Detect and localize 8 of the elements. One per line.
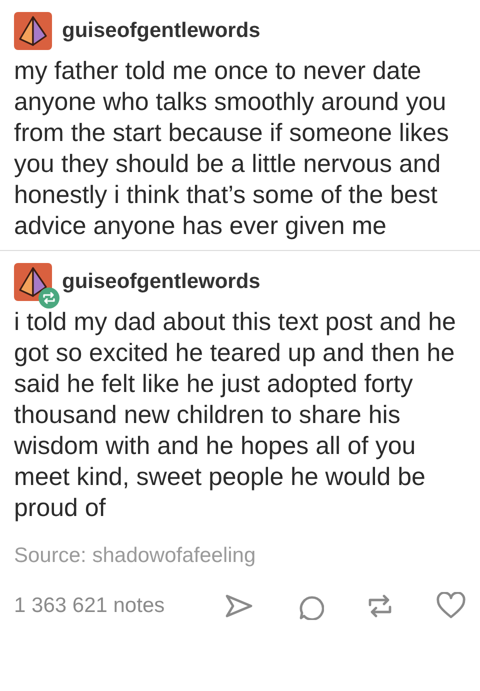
username[interactable]: guiseofgentlewords — [62, 19, 260, 43]
reblog-icon[interactable] — [366, 593, 394, 619]
post-text: i told my dad about this text post and he got so excited he teared up and then he said he felt like he just adopted forty thousand new children to share his wisdom with and he hopes all of you meet kind, sweet people he would be proud of — [14, 307, 457, 524]
username[interactable]: guiseofgentlewords — [62, 270, 260, 294]
post-text: my father told me once to never date anyone who talks smoothly around you from the start because if someone likes you they should be a little nervous and honestly i think that’s some of the best advice anyone has ever given me — [14, 56, 450, 242]
share-icon[interactable] — [224, 593, 254, 619]
heart-icon[interactable] — [436, 592, 466, 620]
avatar-icon — [14, 12, 52, 50]
